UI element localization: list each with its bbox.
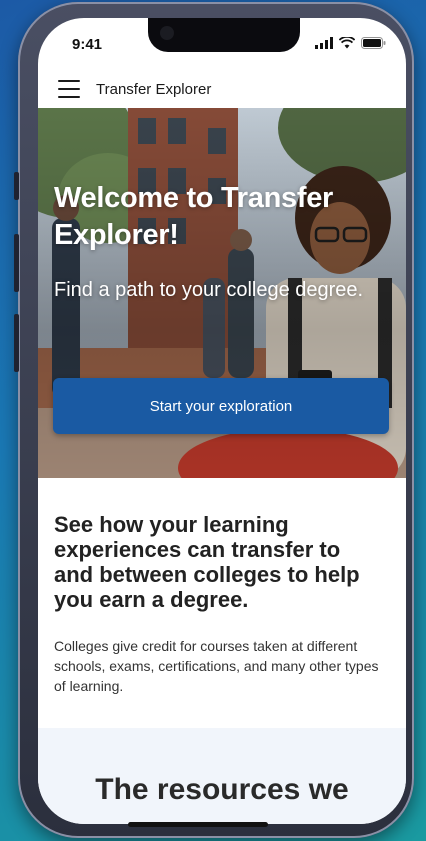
hero-section: Welcome to Transfer Explorer! Find a pat… — [38, 108, 406, 478]
resources-heading: The resources we — [95, 773, 349, 806]
intro-section: See how your learning experiences can tr… — [38, 478, 406, 728]
hero-subtitle: Find a path to your college degree. — [54, 279, 364, 301]
signal-icon — [315, 37, 333, 49]
resources-section: The resources we — [38, 728, 406, 824]
status-time: 9:41 — [72, 36, 103, 53]
phone-screen: 9:41 Transfer Explorer Welcome to Transf… — [38, 18, 406, 824]
volume-up-button — [14, 234, 19, 292]
app-title: Transfer Explorer — [96, 80, 212, 98]
hero-title: Welcome to Transfer Explorer! — [54, 182, 334, 251]
home-indicator — [128, 822, 268, 827]
status-icons — [315, 37, 386, 49]
mute-switch — [14, 172, 19, 200]
camera-icon — [160, 26, 174, 40]
intro-heading: See how your learning experiences can tr… — [54, 512, 360, 612]
app-bar: Transfer Explorer — [38, 70, 406, 108]
hamburger-menu-icon[interactable] — [58, 80, 80, 98]
battery-icon — [361, 37, 386, 49]
intro-body: Colleges give credit for courses taken a… — [54, 638, 379, 694]
volume-down-button — [14, 314, 19, 372]
wifi-icon — [339, 37, 355, 49]
start-exploration-button[interactable]: Start your exploration — [53, 378, 389, 434]
notch — [148, 18, 300, 52]
